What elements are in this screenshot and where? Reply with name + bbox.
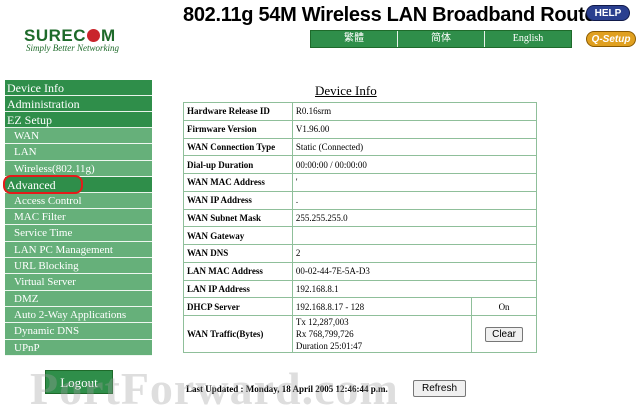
row-label: DHCP Server (183, 297, 293, 316)
row-label: WAN IP Address (183, 190, 293, 210)
sidebar-item-virtual-server[interactable]: Virtual Server (5, 274, 152, 291)
traffic-tx: Tx 12,287,003 (295, 317, 349, 327)
logo-slogan: Simply Better Networking (26, 43, 119, 53)
highlight-circle (3, 174, 83, 194)
table-row: WAN IP Address . (183, 190, 538, 210)
surecom-logo: SUREC M Simply Better Networking (24, 26, 134, 54)
lang-simplified-chinese[interactable]: 简体 (398, 31, 485, 47)
table-row: WAN Gateway (183, 226, 538, 245)
qsetup-button[interactable]: Q-Setup (586, 31, 636, 47)
table-row: Dial-up Duration 00:00:00 / 00:00:00 (183, 155, 538, 174)
logout-button[interactable]: Logout (45, 370, 113, 394)
row-value: 192.168.8.1 (291, 279, 538, 299)
row-label: Hardware Release ID (183, 102, 293, 121)
table-row: WAN MAC Address ' (183, 173, 538, 192)
refresh-button[interactable]: Refresh (413, 380, 467, 397)
table-row: WAN Subnet Mask 255.255.255.0 (183, 208, 538, 228)
row-label: LAN MAC Address (183, 261, 293, 281)
lang-english[interactable]: English (485, 31, 571, 47)
table-row: LAN MAC Address 00-02-44-7E-5A-D3 (183, 261, 538, 281)
row-value (291, 226, 538, 245)
sidebar-item-upnp[interactable]: UPnP (5, 339, 152, 356)
row-value: ' (291, 173, 538, 192)
row-value: . (291, 190, 538, 210)
sidebar-item-administration[interactable]: Administration (5, 96, 152, 112)
row-value: V1.96.00 (291, 119, 538, 139)
row-label: WAN MAC Address (183, 173, 293, 192)
row-value: 2 (291, 244, 538, 263)
sidebar-item-lan-pc-management[interactable]: LAN PC Management (5, 241, 152, 259)
row-value: 00-02-44-7E-5A-D3 (291, 261, 538, 281)
table-row: DHCP Server 192.168.8.17 - 128 On (183, 297, 537, 316)
sidebar-item-url-blocking[interactable]: URL Blocking (5, 258, 152, 275)
traffic-values: Tx 12,287,003 Rx 768,799,726 Duration 25… (291, 315, 473, 353)
row-value: R0.16srm (291, 102, 538, 121)
table-row: WAN Traffic(Bytes) Tx 12,287,003 Rx 768,… (183, 315, 537, 353)
row-value: 192.168.8.17 - 128 (291, 297, 473, 316)
sidebar-item-service-time[interactable]: Service Time (5, 225, 152, 242)
row-label: LAN IP Address (183, 279, 293, 299)
table-row: WAN Connection Type Static (Connected) (183, 137, 538, 157)
page-header-title: 802.11g 54M Wireless LAN Broadband Route… (183, 4, 603, 26)
table-row: Hardware Release ID R0.16srm (183, 102, 538, 121)
row-label: WAN Connection Type (183, 137, 293, 157)
sidebar-nav: Device Info Administration EZ Setup WAN … (3, 80, 152, 356)
sidebar-item-access-control[interactable]: Access Control (5, 192, 152, 210)
help-button[interactable]: HELP (586, 5, 630, 21)
logo-o-circle (87, 29, 101, 42)
row-label: WAN DNS (183, 244, 293, 263)
sidebar-item-wan[interactable]: WAN (5, 128, 152, 145)
traffic-rx: Rx 768,799,726 (295, 329, 354, 339)
sidebar-item-dmz[interactable]: DMZ (5, 290, 152, 307)
sidebar-item-device-info[interactable]: Device Info (5, 80, 152, 96)
clear-button[interactable]: Clear (485, 326, 524, 342)
sidebar-item-mac-filter[interactable]: MAC Filter (5, 209, 152, 226)
sidebar-item-lan[interactable]: LAN (5, 144, 152, 161)
table-row: WAN DNS 2 (183, 244, 538, 263)
sidebar-item-auto-2way-applications[interactable]: Auto 2-Way Applications (5, 306, 152, 324)
dhcp-status: On (471, 297, 537, 316)
sidebar-item-advanced[interactable]: Advanced (3, 174, 152, 194)
row-value: 00:00:00 / 00:00:00 (291, 155, 538, 174)
page-title: Device Info (315, 83, 377, 98)
device-info-table: Hardware Release ID R0.16srm Firmware Ve… (183, 102, 538, 353)
lang-traditional-chinese[interactable]: 繁體 (311, 31, 398, 47)
row-value: Static (Connected) (291, 137, 538, 157)
language-bar: 繁體 简体 English (310, 30, 572, 48)
sidebar-item-dynamic-dns[interactable]: Dynamic DNS (5, 323, 152, 340)
traffic-actions: Clear (471, 315, 537, 353)
row-label: Firmware Version (183, 119, 293, 139)
row-value: 255.255.255.0 (291, 208, 538, 228)
row-label: WAN Traffic(Bytes) (183, 315, 293, 353)
row-label: WAN Subnet Mask (183, 208, 293, 228)
table-row: Firmware Version V1.96.00 (183, 119, 538, 139)
last-updated-text: Last Updated : Monday, 18 April 2005 12:… (186, 384, 388, 394)
table-row: LAN IP Address 192.168.8.1 (183, 279, 538, 299)
row-label: WAN Gateway (183, 226, 293, 245)
traffic-duration: Duration 25:01:47 (295, 341, 363, 351)
sidebar-item-ez-setup[interactable]: EZ Setup (5, 112, 152, 128)
row-label: Dial-up Duration (183, 155, 293, 174)
